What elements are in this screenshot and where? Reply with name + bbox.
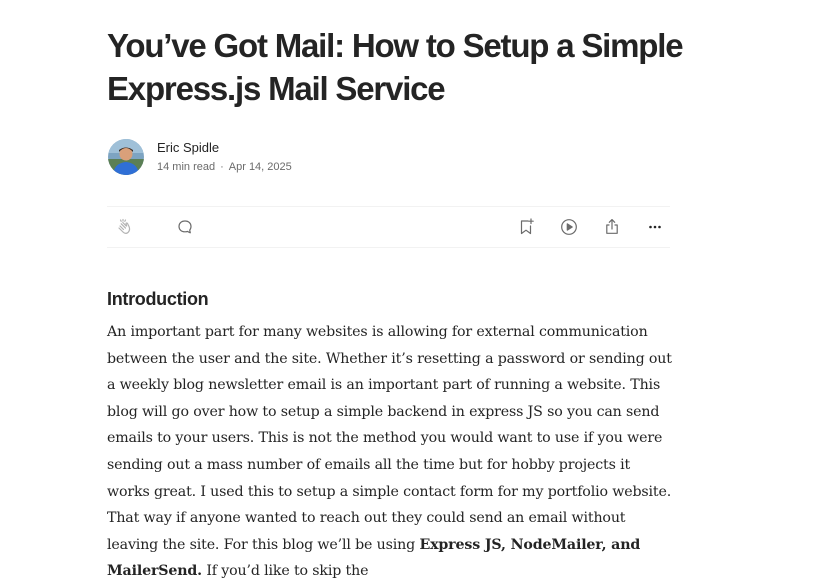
comment-icon[interactable] xyxy=(175,217,195,237)
play-circle-icon[interactable] xyxy=(559,217,579,237)
meta-separator: · xyxy=(220,160,224,173)
author-name[interactable]: Eric Spidle xyxy=(157,140,292,156)
read-time: 14 min read xyxy=(157,160,216,173)
more-horizontal-icon[interactable] xyxy=(645,217,665,237)
article-action-bar xyxy=(107,206,670,248)
publish-date: Apr 14, 2025 xyxy=(228,160,292,173)
article-paragraph: An important part for many websites is a… xyxy=(107,319,672,585)
article-title: You’ve Got Mail: How to Setup a Simple E… xyxy=(107,27,684,107)
paragraph-text: An important part for many websites is a… xyxy=(107,324,672,553)
section-heading: Introduction xyxy=(107,289,209,309)
article-meta: 14 min read · Apr 14, 2025 xyxy=(157,159,292,175)
author-avatar[interactable] xyxy=(108,139,144,175)
bookmark-add-icon[interactable] xyxy=(516,217,536,237)
author-byline: Eric Spidle 14 min read · Apr 14, 2025 xyxy=(108,138,292,176)
clap-icon[interactable] xyxy=(114,217,134,237)
share-icon[interactable] xyxy=(602,217,622,237)
paragraph-text-continued: If you’d like to skip the xyxy=(201,563,369,580)
